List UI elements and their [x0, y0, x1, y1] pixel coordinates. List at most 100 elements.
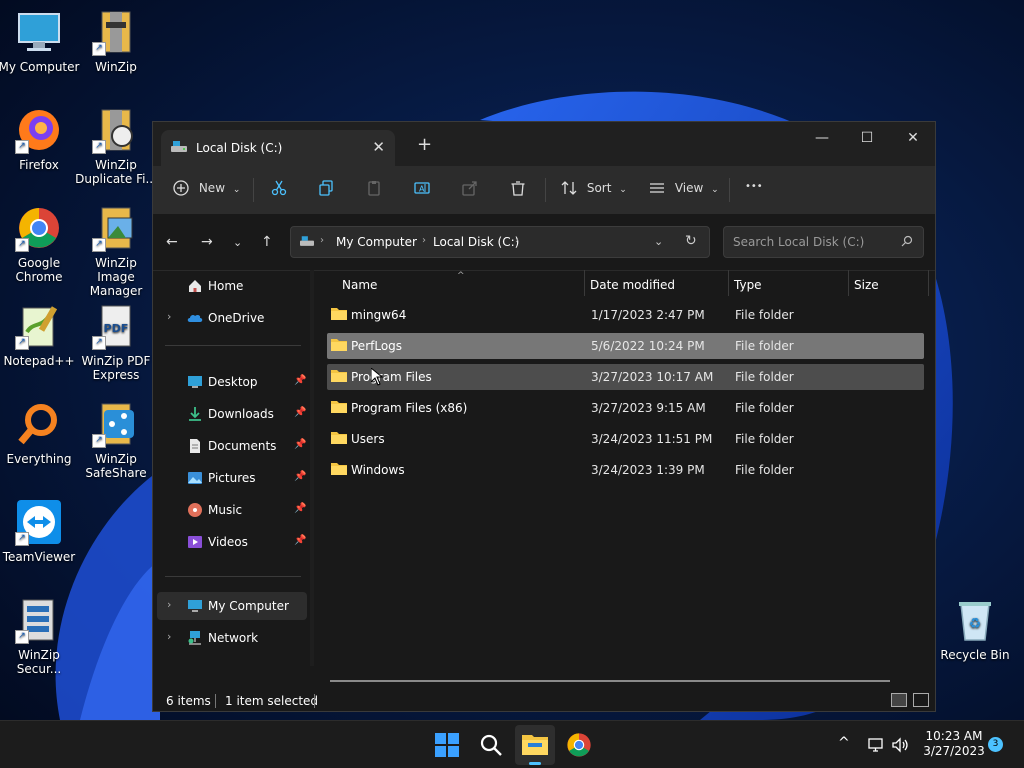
- column-header-date[interactable]: Date modified: [590, 278, 675, 292]
- recycle-bin-icon: ♻: [959, 602, 991, 641]
- breadcrumb-local-disk[interactable]: Local Disk (C:): [433, 235, 519, 249]
- column-divider[interactable]: [928, 270, 929, 296]
- column-divider[interactable]: [584, 270, 585, 296]
- desktop-icon-winzip-duplicate[interactable]: ↗ WinZip Duplicate Fi...: [75, 106, 157, 186]
- file-type: File folder: [735, 339, 794, 353]
- minimize-button[interactable]: —: [807, 130, 837, 146]
- desktop-icon-label: Firefox: [19, 158, 59, 172]
- column-header-size[interactable]: Size: [854, 278, 879, 292]
- back-arrow-icon[interactable]: ←: [166, 234, 178, 250]
- table-row[interactable]: PerfLogs 5/6/2022 10:24 PM File folder: [327, 333, 924, 359]
- music-icon: [187, 502, 203, 518]
- tray-chevron-up-icon[interactable]: ^: [838, 735, 850, 751]
- nav-item-home[interactable]: Home: [157, 272, 307, 300]
- pin-icon: 📌: [294, 375, 307, 386]
- nav-item-onedrive[interactable]: › OneDrive: [157, 304, 307, 332]
- up-arrow-icon[interactable]: ↑: [261, 234, 273, 250]
- desktop-icon-notepad-plus-plus[interactable]: ↗ Notepad++: [0, 302, 80, 368]
- system-clock[interactable]: 10:23 AM 3/27/2023: [918, 729, 990, 759]
- nav-item-my-computer[interactable]: › My Computer: [157, 592, 307, 620]
- start-windows-icon[interactable]: [433, 731, 461, 759]
- desktop-icon-winzip-pdf-express[interactable]: PDF ↗ WinZip PDF Express: [75, 302, 157, 382]
- file-type: File folder: [735, 463, 794, 477]
- clipboard-icon: [368, 181, 380, 196]
- delete-button[interactable]: [510, 180, 526, 196]
- sort-button[interactable]: Sort ⌄: [561, 180, 627, 196]
- close-window-button[interactable]: ✕: [898, 130, 928, 146]
- tiles-view-icon[interactable]: [913, 693, 929, 707]
- chevron-right-icon[interactable]: ›: [167, 310, 171, 323]
- status-divider: [314, 694, 315, 708]
- view-list-icon: [650, 183, 664, 193]
- details-view-icon[interactable]: [891, 693, 907, 707]
- new-tab-button[interactable]: +: [417, 134, 432, 155]
- table-row[interactable]: Program Files 3/27/2023 10:17 AM File fo…: [327, 364, 924, 390]
- new-button[interactable]: New ⌄: [173, 180, 240, 196]
- title-bar[interactable]: Local Disk (C:) ✕ + — ☐ ✕: [153, 122, 935, 166]
- refresh-icon[interactable]: ↻: [685, 233, 697, 249]
- column-header-type[interactable]: Type: [734, 278, 762, 292]
- item-count: 6 items: [166, 694, 211, 708]
- horizontal-scrollbar[interactable]: [330, 680, 890, 682]
- desktop-icon-winzip-secure[interactable]: ↗ WinZip Secur...: [0, 596, 80, 676]
- file-explorer-taskbar-button[interactable]: [515, 725, 555, 765]
- nav-item-music[interactable]: Music 📌: [157, 496, 307, 524]
- desktop-icon-winzip-safeshare[interactable]: ↗ WinZip SafeShare: [75, 400, 157, 480]
- share-button[interactable]: [462, 180, 478, 196]
- status-bar: 6 items 1 item selected: [153, 688, 935, 712]
- desktop-icon-google-chrome[interactable]: ↗ Google Chrome: [0, 204, 80, 284]
- cut-button[interactable]: [271, 180, 287, 196]
- tab-local-disk[interactable]: Local Disk (C:) ✕: [161, 130, 395, 166]
- nav-item-documents[interactable]: Documents 📌: [157, 432, 307, 460]
- desktop-icon-winzip-image-manager[interactable]: ↗ WinZip Image Manager: [75, 204, 157, 298]
- desktop-icon-label: WinZip Secur...: [16, 648, 62, 676]
- navigation-pane: Home › OneDrive Desktop 📌 Downloads 📌 Do…: [153, 270, 310, 670]
- file-date: 3/27/2023 9:15 AM: [591, 401, 706, 415]
- more-options-button[interactable]: •••: [745, 181, 763, 192]
- volume-icon[interactable]: [892, 737, 910, 753]
- desktop-icon-label: Notepad++: [3, 354, 75, 368]
- chevron-right-icon[interactable]: ›: [167, 598, 171, 611]
- view-button[interactable]: View ⌄: [649, 180, 719, 196]
- chrome-icon[interactable]: [565, 731, 593, 759]
- desktop-icon-everything[interactable]: Everything: [0, 400, 80, 466]
- rename-button[interactable]: A: [414, 180, 430, 196]
- desktop-icon-my-computer[interactable]: My Computer: [0, 8, 80, 74]
- paste-button[interactable]: [366, 180, 382, 196]
- desktop-icon-teamviewer[interactable]: ↗ TeamViewer: [0, 498, 80, 564]
- nav-item-videos[interactable]: Videos 📌: [157, 528, 307, 556]
- close-tab-icon[interactable]: ✕: [372, 138, 385, 156]
- maximize-button[interactable]: ☐: [852, 130, 882, 146]
- notification-badge[interactable]: 3: [988, 737, 1003, 752]
- file-name: mingw64: [351, 308, 407, 322]
- recent-locations-chevron-icon[interactable]: ⌄: [233, 236, 242, 249]
- column-divider[interactable]: [848, 270, 849, 296]
- breadcrumb-separator-icon: ›: [515, 235, 519, 246]
- desktop-icon-recycle-bin[interactable]: ♻ Recycle Bin: [934, 596, 1016, 662]
- forward-arrow-icon[interactable]: →: [201, 234, 213, 250]
- table-row[interactable]: mingw64 1/17/2023 2:47 PM File folder: [327, 302, 924, 328]
- desktop-icon-firefox[interactable]: ↗ Firefox: [0, 106, 80, 172]
- nav-item-pictures[interactable]: Pictures 📌: [157, 464, 307, 492]
- network-monitor-icon[interactable]: [868, 737, 884, 753]
- chevron-right-icon[interactable]: ›: [167, 630, 171, 643]
- search-input[interactable]: Search Local Disk (C:): [723, 226, 924, 258]
- address-history-chevron-icon[interactable]: ⌄: [654, 235, 663, 248]
- breadcrumb-my-computer[interactable]: My Computer: [336, 235, 417, 249]
- folder-icon: [522, 735, 548, 755]
- address-row: ← → ⌄ ↑ › My Computer › Local Disk (C:) …: [153, 214, 935, 271]
- table-row[interactable]: Program Files (x86) 3/27/2023 9:15 AM Fi…: [327, 395, 924, 421]
- search-icon[interactable]: [477, 731, 505, 759]
- nav-item-desktop[interactable]: Desktop 📌: [157, 368, 307, 396]
- sort-label: Sort: [586, 180, 612, 195]
- address-bar[interactable]: › My Computer › Local Disk (C:) › ⌄ ↻: [290, 226, 710, 258]
- desktop-icon-winzip[interactable]: ↗ WinZip: [75, 8, 157, 74]
- table-row[interactable]: Windows 3/24/2023 1:39 PM File folder: [327, 457, 924, 483]
- nav-item-downloads[interactable]: Downloads 📌: [157, 400, 307, 428]
- nav-item-network[interactable]: › Network: [157, 624, 307, 652]
- table-row[interactable]: Users 3/24/2023 11:51 PM File folder: [327, 426, 924, 452]
- taskbar: ^ 10:23 AM 3/27/2023 3: [0, 720, 1024, 768]
- copy-button[interactable]: [318, 180, 334, 196]
- column-header-name[interactable]: Name: [342, 278, 377, 292]
- column-divider[interactable]: [728, 270, 729, 296]
